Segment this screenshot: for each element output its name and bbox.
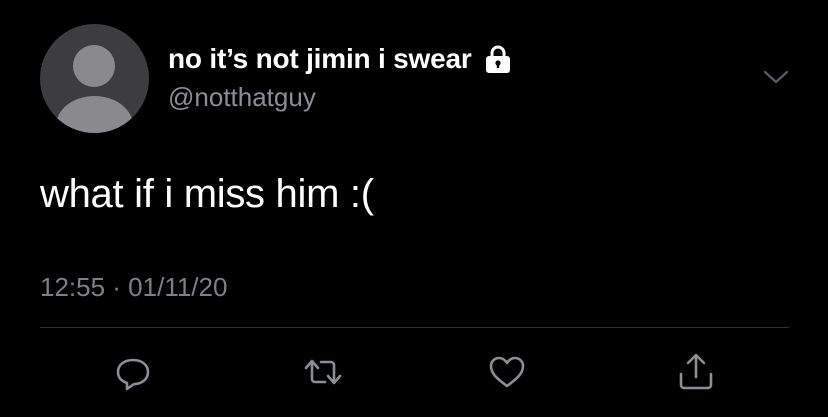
share-icon [679, 353, 713, 390]
tweet: no it’s not jimin i swear @notthatguy wh… [0, 0, 828, 417]
divider [40, 327, 789, 328]
handle[interactable]: @notthatguy [168, 82, 316, 113]
timestamp[interactable]: 12:55 · 01/11/20 [40, 272, 227, 303]
reply-icon [116, 358, 150, 391]
chevron-down-icon[interactable] [763, 68, 789, 86]
heart-icon [489, 356, 525, 388]
retweet-button[interactable] [303, 352, 343, 392]
avatar[interactable] [40, 24, 149, 133]
reply-button[interactable] [113, 352, 153, 392]
author-row: no it’s not jimin i swear [168, 42, 512, 76]
tweet-text: what if i miss him :( [40, 172, 374, 216]
avatar-head [73, 45, 115, 87]
lock-icon [484, 44, 512, 74]
avatar-shoulders [56, 96, 133, 133]
retweet-icon [304, 359, 342, 385]
display-name[interactable]: no it’s not jimin i swear [168, 43, 472, 75]
share-button[interactable] [676, 352, 716, 392]
like-button[interactable] [487, 352, 527, 392]
